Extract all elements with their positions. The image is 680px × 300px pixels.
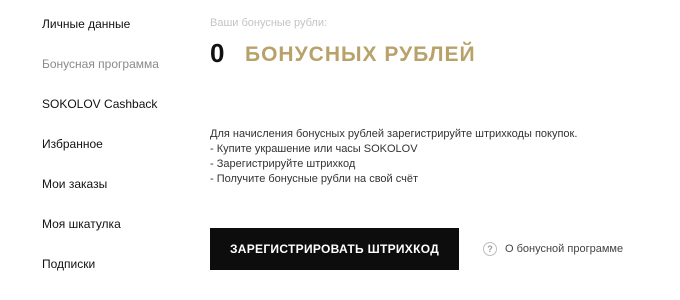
instructions-step: - Зарегистрируйте штрихкод <box>210 158 356 170</box>
sidebar-item-subscriptions[interactable]: Подписки <box>42 257 95 271</box>
help-circle-icon: ? <box>483 242 497 256</box>
sidebar-item-favorites[interactable]: Избранное <box>42 137 103 151</box>
sidebar-item-jewelry-box[interactable]: Моя шкатулка <box>42 217 121 231</box>
bonus-balance-unit: БОНУСНЫХ РУБЛЕЙ <box>245 43 476 66</box>
bonus-balance-caption: Ваши бонусные рубли: <box>210 17 328 29</box>
register-barcode-button[interactable]: ЗАРЕГИСТРИРОВАТЬ ШТРИХКОД <box>210 228 459 270</box>
sidebar-item-cashback[interactable]: SOKOLOV Cashback <box>42 97 157 111</box>
sidebar-item-bonus-program[interactable]: Бонусная программа <box>42 57 159 71</box>
bonus-balance-amount: 0 <box>210 38 225 68</box>
sidebar-item-personal-data[interactable]: Личные данные <box>42 17 130 31</box>
about-bonus-program-link[interactable]: ? О бонусной программе <box>483 241 623 257</box>
sidebar-item-orders[interactable]: Мои заказы <box>42 177 107 191</box>
bonus-program-panel: Ваши бонусные рубли: 0 БОНУСНЫХ РУБЛЕЙ Д… <box>210 0 670 300</box>
instructions-step: - Получите бонусные рубли на свой счёт <box>210 173 419 185</box>
about-bonus-program-label: О бонусной программе <box>505 243 624 255</box>
bonus-instructions: Для начисления бонусных рублей зарегистр… <box>210 127 670 187</box>
account-page: Личные данные Бонусная программа SOKOLOV… <box>0 0 680 300</box>
instructions-step: - Купите украшение или часы SOKOLOV <box>210 143 418 155</box>
instructions-intro: Для начисления бонусных рублей зарегистр… <box>210 128 578 140</box>
